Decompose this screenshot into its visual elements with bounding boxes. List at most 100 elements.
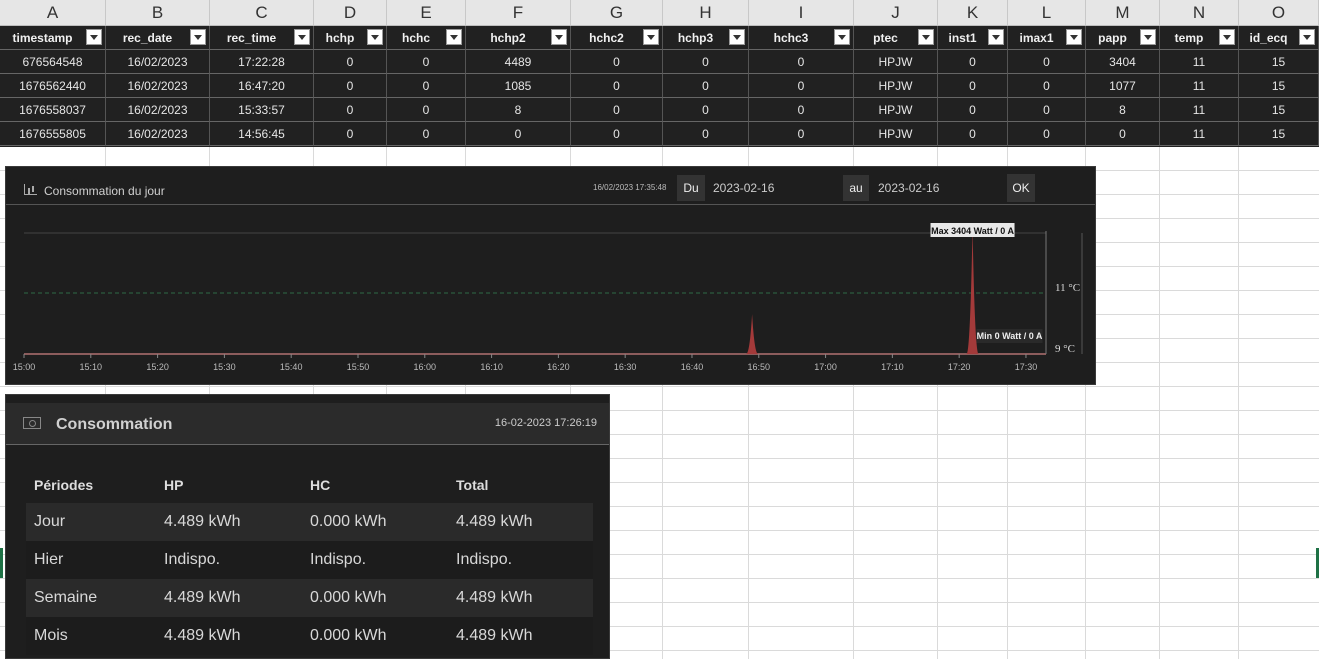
filter-dropdown-icon[interactable] — [190, 29, 206, 45]
header-cell[interactable]: id_ecq — [1239, 26, 1319, 50]
header-cell[interactable]: inst1 — [938, 26, 1008, 50]
table-cell[interactable]: HPJW — [854, 98, 938, 122]
table-cell[interactable]: 17:22:28 — [210, 50, 314, 74]
header-cell[interactable]: timestamp — [0, 26, 106, 50]
table-cell[interactable]: 0 — [938, 50, 1008, 74]
table-cell[interactable]: 0 — [387, 98, 466, 122]
table-cell[interactable]: 0 — [938, 74, 1008, 98]
ok-button[interactable]: OK — [1007, 174, 1035, 202]
table-cell[interactable]: 15 — [1239, 122, 1319, 146]
header-cell[interactable]: temp — [1160, 26, 1239, 50]
table-cell[interactable]: 0 — [749, 74, 854, 98]
table-cell[interactable]: 0 — [749, 98, 854, 122]
table-cell[interactable]: 0 — [1008, 122, 1086, 146]
table-cell[interactable]: 0 — [1008, 50, 1086, 74]
date-to-input[interactable] — [872, 175, 1002, 201]
column-letter[interactable]: C — [210, 0, 314, 26]
filter-dropdown-icon[interactable] — [551, 29, 567, 45]
table-cell[interactable]: 16/02/2023 — [106, 74, 210, 98]
table-cell[interactable]: 0 — [314, 50, 387, 74]
table-cell[interactable]: 0 — [663, 50, 749, 74]
table-cell[interactable]: 0 — [749, 122, 854, 146]
column-letter[interactable]: L — [1008, 0, 1086, 26]
column-letter[interactable]: I — [749, 0, 854, 26]
table-cell[interactable]: 16/02/2023 — [106, 50, 210, 74]
header-cell[interactable]: hchp — [314, 26, 387, 50]
table-cell[interactable]: 1077 — [1086, 74, 1160, 98]
table-cell[interactable]: 16/02/2023 — [106, 98, 210, 122]
header-cell[interactable]: rec_time — [210, 26, 314, 50]
table-cell[interactable]: 0 — [663, 122, 749, 146]
table-cell[interactable]: HPJW — [854, 74, 938, 98]
table-cell[interactable]: 11 — [1160, 98, 1239, 122]
filter-dropdown-icon[interactable] — [1140, 29, 1156, 45]
table-cell[interactable]: 16:47:20 — [210, 74, 314, 98]
filter-dropdown-icon[interactable] — [643, 29, 659, 45]
table-cell[interactable]: 0 — [466, 122, 571, 146]
table-cell[interactable]: 0 — [571, 50, 663, 74]
table-cell[interactable]: 15:33:57 — [210, 98, 314, 122]
table-cell[interactable]: 0 — [1086, 122, 1160, 146]
column-letter[interactable]: J — [854, 0, 938, 26]
table-cell[interactable]: 0 — [938, 122, 1008, 146]
column-letter[interactable]: A — [0, 0, 106, 26]
table-cell[interactable]: 8 — [1086, 98, 1160, 122]
table-cell[interactable]: 0 — [663, 98, 749, 122]
table-cell[interactable]: 15 — [1239, 98, 1319, 122]
column-letter[interactable]: E — [387, 0, 466, 26]
header-cell[interactable]: ptec — [854, 26, 938, 50]
table-cell[interactable]: 0 — [1008, 74, 1086, 98]
table-cell[interactable]: 0 — [571, 122, 663, 146]
filter-dropdown-icon[interactable] — [834, 29, 850, 45]
table-cell[interactable]: HPJW — [854, 50, 938, 74]
table-cell[interactable]: 11 — [1160, 50, 1239, 74]
table-cell[interactable]: 11 — [1160, 74, 1239, 98]
table-cell[interactable]: 1085 — [466, 74, 571, 98]
filter-dropdown-icon[interactable] — [988, 29, 1004, 45]
table-cell[interactable]: 0 — [571, 98, 663, 122]
header-cell[interactable]: imax1 — [1008, 26, 1086, 50]
column-letter[interactable]: D — [314, 0, 387, 26]
header-cell[interactable]: hchc2 — [571, 26, 663, 50]
table-cell[interactable]: 0 — [387, 50, 466, 74]
table-cell[interactable]: 0 — [314, 98, 387, 122]
filter-dropdown-icon[interactable] — [918, 29, 934, 45]
column-letter[interactable]: B — [106, 0, 210, 26]
filter-dropdown-icon[interactable] — [1066, 29, 1082, 45]
header-cell[interactable]: hchc — [387, 26, 466, 50]
header-cell[interactable]: rec_date — [106, 26, 210, 50]
table-cell[interactable]: 0 — [314, 74, 387, 98]
filter-dropdown-icon[interactable] — [367, 29, 383, 45]
table-cell[interactable]: 15 — [1239, 50, 1319, 74]
table-cell[interactable]: 3404 — [1086, 50, 1160, 74]
column-letter[interactable]: O — [1239, 0, 1319, 26]
table-cell[interactable]: 0 — [938, 98, 1008, 122]
column-letter[interactable]: H — [663, 0, 749, 26]
column-letter[interactable]: F — [466, 0, 571, 26]
header-cell[interactable]: hchc3 — [749, 26, 854, 50]
filter-dropdown-icon[interactable] — [1299, 29, 1315, 45]
header-cell[interactable]: hchp3 — [663, 26, 749, 50]
column-letter[interactable]: M — [1086, 0, 1160, 26]
filter-dropdown-icon[interactable] — [729, 29, 745, 45]
column-letter[interactable]: G — [571, 0, 663, 26]
header-cell[interactable]: papp — [1086, 26, 1160, 50]
table-cell[interactable]: 1676562440 — [0, 74, 106, 98]
table-cell[interactable]: 0 — [1008, 98, 1086, 122]
table-cell[interactable]: 676564548 — [0, 50, 106, 74]
table-cell[interactable]: 15 — [1239, 74, 1319, 98]
table-cell[interactable]: 0 — [571, 74, 663, 98]
filter-dropdown-icon[interactable] — [446, 29, 462, 45]
table-cell[interactable]: 11 — [1160, 122, 1239, 146]
table-cell[interactable]: 4489 — [466, 50, 571, 74]
table-cell[interactable]: 1676555805 — [0, 122, 106, 146]
filter-dropdown-icon[interactable] — [1219, 29, 1235, 45]
table-cell[interactable]: 0 — [387, 74, 466, 98]
table-cell[interactable]: 8 — [466, 98, 571, 122]
filter-dropdown-icon[interactable] — [86, 29, 102, 45]
column-letter[interactable]: K — [938, 0, 1008, 26]
filter-dropdown-icon[interactable] — [294, 29, 310, 45]
column-letter[interactable]: N — [1160, 0, 1239, 26]
date-from-input[interactable] — [707, 175, 837, 201]
table-cell[interactable]: 0 — [663, 74, 749, 98]
